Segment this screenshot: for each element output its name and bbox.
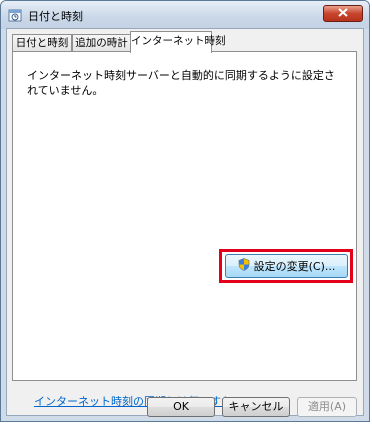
- ok-label: OK: [173, 400, 189, 413]
- clock-icon: [8, 8, 22, 22]
- apply-button[interactable]: 適用(A): [297, 397, 357, 417]
- dialog-window: 日付と時刻 日付と時刻 追加の時計 インターネット時刻 インターネット時刻サーバ…: [0, 0, 370, 422]
- tab-additional-clocks[interactable]: 追加の時計: [72, 34, 131, 52]
- tab-label: 追加の時計: [75, 37, 128, 49]
- cancel-label: キャンセル: [228, 400, 284, 413]
- tab-date-time[interactable]: 日付と時刻: [12, 34, 72, 52]
- title-bar[interactable]: 日付と時刻: [1, 1, 369, 29]
- dialog-client-area: 日付と時刻 追加の時計 インターネット時刻 インターネット時刻サーバーと自動的に…: [6, 28, 364, 417]
- close-icon: [338, 7, 348, 20]
- tab-label: 日付と時刻: [15, 37, 69, 49]
- close-button[interactable]: [323, 5, 363, 22]
- cancel-button[interactable]: キャンセル: [222, 397, 290, 417]
- apply-label: 適用(A): [307, 400, 347, 413]
- tab-internet-time[interactable]: インターネット時刻: [130, 31, 226, 53]
- window-title: 日付と時刻: [28, 10, 83, 23]
- ok-button[interactable]: OK: [147, 397, 215, 417]
- tab-label: インターネット時刻: [131, 35, 226, 47]
- change-settings-label: 設定の変更(C)...: [253, 260, 336, 273]
- change-settings-button[interactable]: 設定の変更(C)...: [225, 254, 348, 278]
- uac-shield-icon: [238, 258, 250, 274]
- sync-status-message: インターネット時刻サーバーと自動的に同期するように設定されていません。: [27, 69, 335, 97]
- internet-time-panel: インターネット時刻サーバーと自動的に同期するように設定されていません。 設定の変…: [12, 51, 357, 408]
